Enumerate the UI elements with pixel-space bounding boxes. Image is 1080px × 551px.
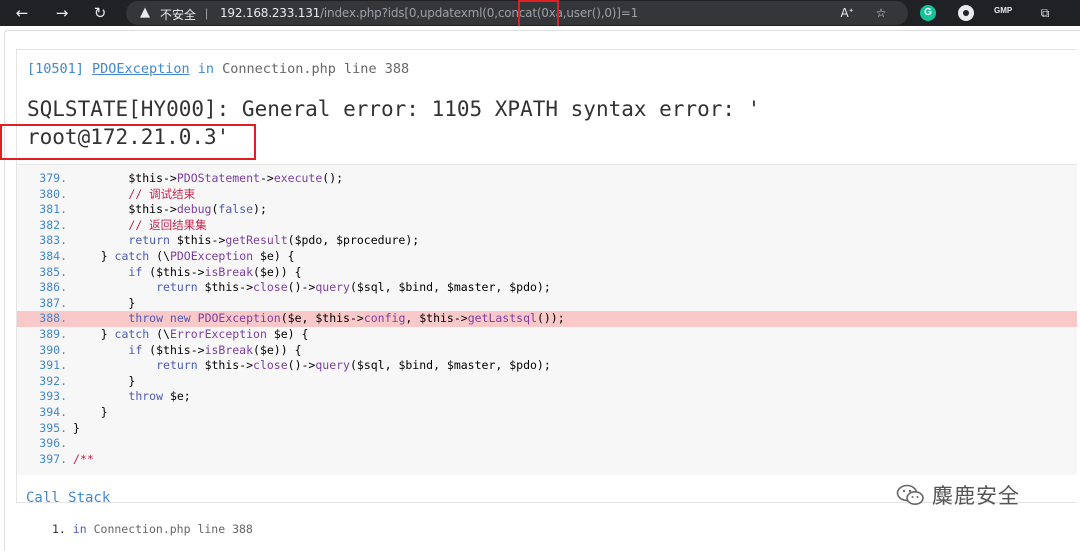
- page-content: [10501] PDOException in Connection.php l…: [0, 26, 1080, 551]
- source-line: 392. }: [17, 374, 1077, 390]
- address-bar[interactable]: ▲ 不安全 | 192.168.233.131/index.php?ids[0,…: [126, 1, 908, 25]
- line-number: 385.: [39, 264, 67, 279]
- source-line: 387. }: [17, 296, 1077, 312]
- source-line: 394. }: [17, 405, 1077, 421]
- source-line: 383. return $this->getResult($pdo, $proc…: [17, 233, 1077, 249]
- line-code: $this->PDOStatement->execute();: [73, 171, 344, 185]
- source-line: 393. throw $e;: [17, 389, 1077, 405]
- line-code: // 调试结束: [128, 186, 196, 201]
- line-number: 381.: [39, 202, 67, 217]
- source-line: 389. } catch (\ErrorException $e) {: [17, 327, 1077, 343]
- source-line: 384. } catch (\PDOException $e) {: [17, 249, 1077, 265]
- back-arrow-icon[interactable]: ←: [12, 3, 32, 23]
- line-number: 379.: [39, 171, 67, 185]
- line-number: 389.: [39, 327, 67, 341]
- line-number: 397.: [39, 451, 67, 466]
- line-code: if ($this->isBreak($e)) {: [128, 264, 302, 279]
- source-line: 379. $this->PDOStatement->execute();: [17, 171, 1077, 187]
- forward-arrow-icon[interactable]: →: [52, 3, 72, 23]
- source-line: 380. // 调试结束: [17, 187, 1077, 203]
- line-code: return $this->close()->query($sql, $bind…: [156, 358, 551, 373]
- security-warning-label: 不安全: [160, 8, 197, 22]
- source-line: 382. // 返回结果集: [17, 218, 1077, 234]
- source-line: 390. if ($this->isBreak($e)) {: [17, 343, 1077, 359]
- line-number: 384.: [39, 249, 67, 263]
- line-number: 382.: [39, 217, 67, 232]
- source-line: 385. if ($this->isBreak($e)) {: [17, 265, 1077, 281]
- exception-header: [10501] PDOException in Connection.php l…: [27, 61, 409, 77]
- line-code: if ($this->isBreak($e)) {: [128, 342, 302, 357]
- url-text[interactable]: 192.168.233.131/index.php?ids[0,updatexm…: [220, 6, 638, 20]
- line-code: }: [73, 295, 136, 310]
- warning-triangle-icon: ▲: [140, 5, 150, 20]
- line-number: 396.: [39, 436, 67, 451]
- source-code-block: 379. $this->PDOStatement->execute(); 380.…: [17, 164, 1077, 475]
- line-code: return $this->getResult($pdo, $procedure…: [128, 233, 420, 248]
- line-number: 392.: [39, 373, 67, 388]
- reload-icon[interactable]: ↻: [90, 3, 110, 23]
- line-number: 391.: [39, 358, 67, 373]
- exception-in-label: in: [197, 61, 214, 77]
- line-number: 387.: [39, 295, 67, 310]
- favorite-star-icon[interactable]: ☆: [870, 3, 892, 23]
- source-line: 396.: [17, 436, 1077, 452]
- message-red-highlight-box: [0, 124, 256, 160]
- line-number: 383.: [39, 233, 67, 248]
- line-code: throw new PDOException($e, $this->config…: [128, 311, 565, 326]
- exception-file: Connection.php line 388: [222, 61, 410, 77]
- url-host: 192.168.233.131: [220, 6, 321, 20]
- wechat-icon: [896, 484, 924, 505]
- source-line: 395.}: [17, 421, 1077, 437]
- call-stack-item: 1. in Connection.php line 388: [52, 522, 253, 536]
- source-line: 388. throw new PDOException($e, $this->c…: [17, 311, 1077, 327]
- call-stack-item-in: in: [72, 522, 87, 536]
- call-stack-title: Call Stack: [26, 490, 111, 506]
- source-line: 397. /**: [17, 452, 1077, 468]
- line-code: } catch (\PDOException $e) {: [73, 249, 295, 263]
- line-code: }: [73, 420, 80, 435]
- line-code: }: [73, 405, 108, 419]
- line-number: 393.: [39, 389, 67, 404]
- line-number: 380.: [39, 186, 67, 201]
- watermark: 麋鹿安全: [896, 478, 1020, 512]
- line-number: 386.: [39, 280, 67, 295]
- url-path: /index.php?ids[0,updatexml(0,concat(0xa,…: [320, 6, 639, 20]
- line-code: $this->debug(false);: [73, 202, 267, 217]
- line-code: /**: [73, 451, 94, 466]
- line-code: // 返回结果集: [128, 217, 207, 232]
- exception-panel: [10501] PDOException in Connection.php l…: [0, 49, 1077, 503]
- extensions-puzzle-icon[interactable]: ⧉: [1034, 3, 1056, 23]
- line-code: return $this->close()->query($sql, $bind…: [156, 280, 551, 295]
- source-line: 391. return $this->close()->query($sql, …: [17, 358, 1077, 374]
- read-aloud-icon[interactable]: Aᐩ: [836, 3, 858, 23]
- extension-circle-icon[interactable]: [958, 5, 974, 21]
- line-number: 388.: [39, 311, 67, 326]
- address-separator: |: [205, 6, 209, 20]
- line-number: 394.: [39, 405, 67, 419]
- gmp-extension-icon[interactable]: GMP: [994, 6, 1012, 15]
- grammarly-extension-icon[interactable]: G: [920, 5, 936, 21]
- line-number: 395.: [39, 420, 67, 435]
- exception-class-link[interactable]: PDOException: [92, 61, 190, 77]
- line-code: throw $e;: [128, 389, 191, 404]
- watermark-text: 麋鹿安全: [932, 484, 1020, 508]
- browser-toolbar: ← → ↻ ▲ 不安全 | 192.168.233.131/index.php?…: [0, 0, 1080, 32]
- line-code: }: [73, 373, 136, 388]
- source-line: 381. $this->debug(false);: [17, 202, 1077, 218]
- line-code: } catch (\ErrorException $e) {: [73, 327, 309, 341]
- call-stack-item-file: Connection.php line 388: [93, 522, 253, 536]
- exception-code: [10501]: [27, 61, 84, 77]
- source-line: 386. return $this->close()->query($sql, …: [17, 280, 1077, 296]
- line-number: 390.: [39, 342, 67, 357]
- call-stack-item-number: 1.: [52, 522, 66, 536]
